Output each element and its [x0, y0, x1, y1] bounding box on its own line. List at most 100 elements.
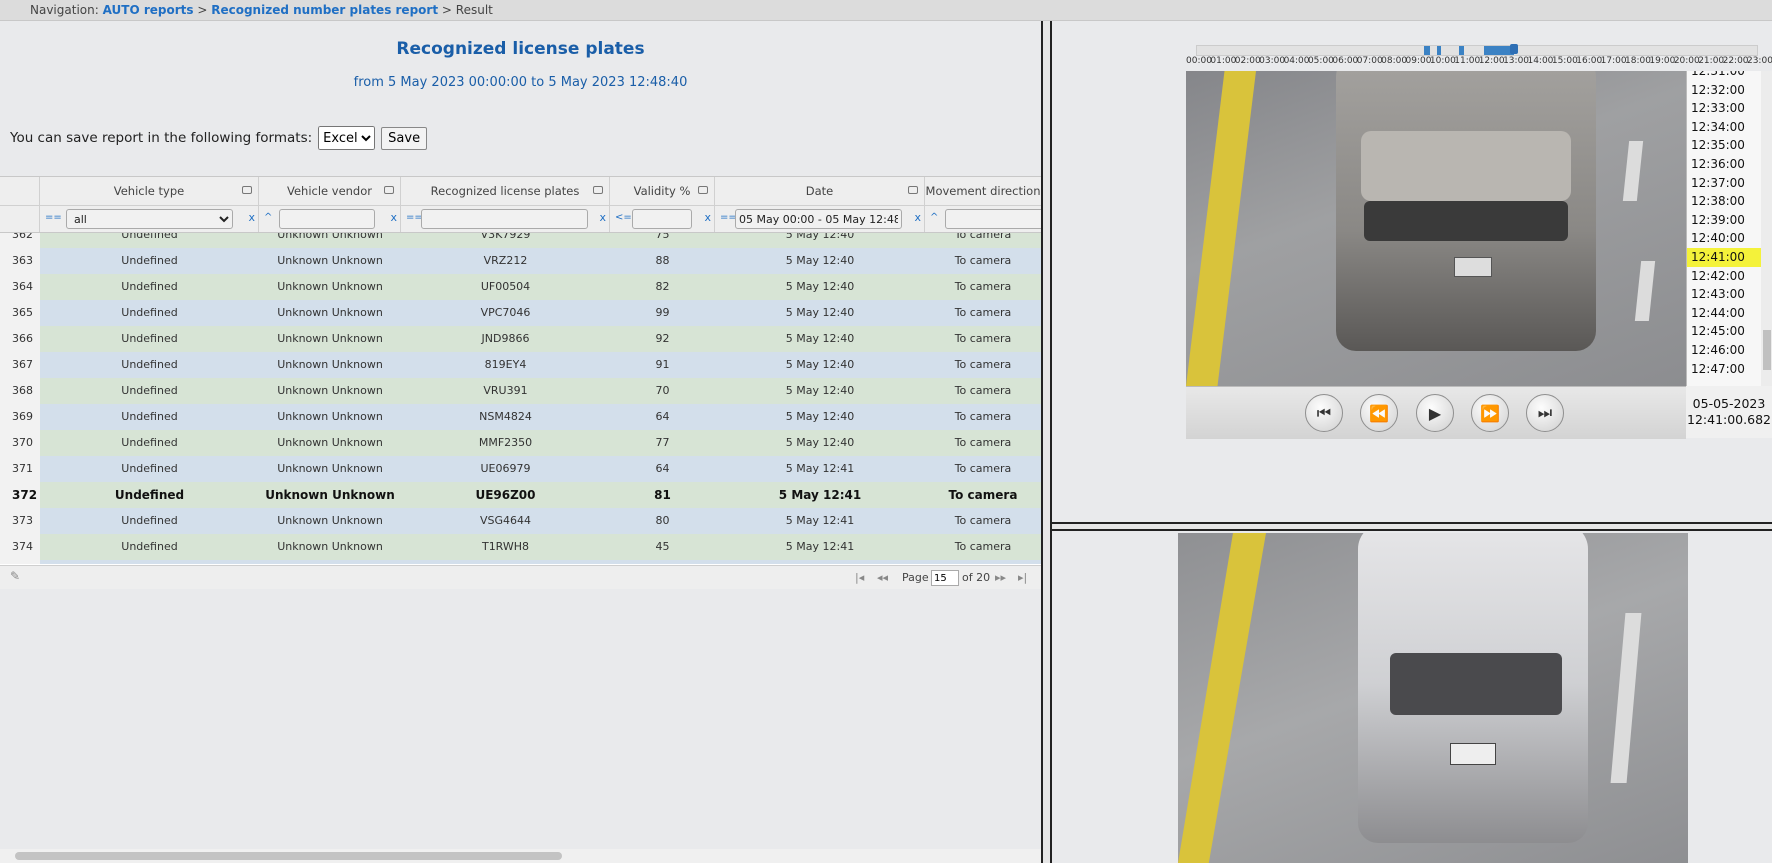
time-list-item[interactable]: 12:44:00	[1687, 304, 1772, 323]
time-list-item[interactable]: 12:32:00	[1687, 81, 1772, 100]
first-page-icon[interactable]: |◂	[855, 571, 864, 584]
time-list-item[interactable]: 12:39:00	[1687, 211, 1772, 230]
table-row[interactable]: 368 Undefined Unknown Unknown VRU391 70 5 May…	[0, 378, 1041, 404]
last-page-icon[interactable]: ▸|	[1018, 571, 1027, 584]
movement-direction-filter-input[interactable]	[945, 209, 1041, 229]
table-row[interactable]: 374 Undefined Unknown Unknown T1RWH8 45 5 May…	[0, 534, 1041, 560]
filter-operator[interactable]: ^	[930, 212, 938, 223]
row-number: 370	[0, 430, 40, 456]
table-row[interactable]: 369 Undefined Unknown Unknown NSM4824 64 5 Ma…	[0, 404, 1041, 430]
header-vehicle-type[interactable]: Vehicle type	[40, 177, 259, 205]
column-menu-icon[interactable]	[242, 186, 252, 194]
time-list-item[interactable]: 12:38:00	[1687, 192, 1772, 211]
validity-filter-input[interactable]	[632, 209, 692, 229]
header-vehicle-vendor[interactable]: Vehicle vendor	[259, 177, 401, 205]
filter-operator[interactable]: ==	[45, 212, 62, 223]
cell-vehicle-vendor: Unknown Unknown	[259, 233, 401, 248]
cell-vehicle-type: Undefined	[40, 378, 259, 404]
cell-vehicle-type: Undefined	[40, 560, 259, 564]
player-time: 12:41:00.682	[1687, 412, 1771, 427]
timeline-handle[interactable]	[1510, 44, 1518, 54]
fast-forward-button[interactable]: ⏩	[1471, 394, 1509, 432]
grid-body[interactable]: 362 Undefined Unknown Unknown V3K7929 75 5 Ma…	[0, 233, 1041, 564]
header-movement-direction[interactable]: Movement direction	[925, 177, 1041, 205]
time-list-item[interactable]: 12:36:00	[1687, 155, 1772, 174]
clear-filter-icon[interactable]: x	[599, 211, 606, 224]
skip-to-start-button[interactable]: ⏮	[1305, 394, 1343, 432]
prev-page-icon[interactable]: ◂◂	[877, 571, 888, 584]
column-menu-icon[interactable]	[384, 186, 394, 194]
vehicle-vendor-filter-input[interactable]	[279, 209, 375, 229]
time-list-item[interactable]: 12:33:00	[1687, 99, 1772, 118]
date-filter-input[interactable]	[735, 209, 902, 229]
clear-filter-icon[interactable]: x	[704, 211, 711, 224]
column-menu-icon[interactable]	[908, 186, 918, 194]
time-list-item[interactable]: 12:35:00	[1687, 136, 1772, 155]
column-menu-icon[interactable]	[698, 186, 708, 194]
breadcrumb-number-plates-report[interactable]: Recognized number plates report	[211, 3, 438, 17]
cell-date: 5 May 12:40	[715, 326, 925, 352]
page-input[interactable]	[931, 570, 959, 586]
cell-license-plate: 819EY4	[401, 352, 610, 378]
skip-to-end-button[interactable]: ⏭	[1526, 394, 1564, 432]
table-row[interactable]: 372 Undefined Unknown Unknown UE96Z00 81 5 Ma…	[0, 482, 1041, 508]
cell-movement-direction: To camera	[925, 300, 1041, 326]
time-list-item[interactable]: 12:46:00	[1687, 341, 1772, 360]
time-list-item[interactable]: 12:41:00	[1687, 247, 1772, 267]
timeline-bar[interactable]	[1196, 44, 1758, 56]
time-list-item[interactable]: 12:42:00	[1687, 267, 1772, 286]
vehicle-type-filter-select[interactable]: all	[66, 209, 233, 229]
breadcrumb-result: Result	[455, 3, 493, 17]
time-list-scrollbar[interactable]	[1761, 71, 1772, 386]
format-select[interactable]: Excel	[318, 126, 376, 150]
filter-operator[interactable]: ^	[264, 212, 272, 223]
edit-icon[interactable]: ✎	[10, 569, 20, 583]
cell-validity: 91	[610, 352, 715, 378]
time-list-item[interactable]: 12:37:00	[1687, 174, 1772, 193]
clear-filter-icon[interactable]: x	[248, 211, 255, 224]
table-row[interactable]: 366 Undefined Unknown Unknown JND9866 92 5 Ma…	[0, 326, 1041, 352]
horizontal-scrollbar[interactable]	[0, 849, 1041, 863]
header-validity[interactable]: Validity %	[610, 177, 715, 205]
save-button[interactable]: Save	[381, 126, 428, 150]
table-row[interactable]: 364 Undefined Unknown Unknown UF00504 82 5 Ma…	[0, 274, 1041, 300]
table-row[interactable]: 373 Undefined Unknown Unknown VSG4644 80 5 Ma…	[0, 508, 1041, 534]
clear-filter-icon[interactable]: x	[390, 211, 397, 224]
table-row[interactable]: 370 Undefined Unknown Unknown MMF2350 77 5 Ma…	[0, 430, 1041, 456]
play-button[interactable]: ▶	[1416, 394, 1454, 432]
cell-validity: 90	[610, 560, 715, 564]
cell-vehicle-type: Undefined	[40, 352, 259, 378]
report-grid: Vehicle type Vehicle vendor Recognized l…	[0, 176, 1041, 589]
next-page-icon[interactable]: ▸▸	[995, 571, 1006, 584]
timeline-hour-label: 07:00	[1356, 56, 1383, 66]
table-row[interactable]: 367 Undefined Unknown Unknown 819EY4 91 5 May…	[0, 352, 1041, 378]
header-date[interactable]: Date	[715, 177, 925, 205]
table-row[interactable]: 371 Undefined Unknown Unknown UE06979 64 5 Ma…	[0, 456, 1041, 482]
clear-filter-icon[interactable]: x	[914, 211, 921, 224]
timeline[interactable]: 00:00 01:00 02:00 03:00 04:00 05:00 06:00 07:00…	[1186, 41, 1772, 71]
table-row[interactable]: 375UndefinedUnknown UnknownVMM2457905 Ma…	[0, 560, 1041, 564]
time-list-item[interactable]: 12:40:00	[1687, 229, 1772, 248]
time-list-item[interactable]: 12:43:00	[1687, 285, 1772, 304]
license-plate-filter-input[interactable]	[421, 209, 588, 229]
cell-vehicle-vendor: Unknown Unknown	[259, 456, 401, 482]
vertical-splitter[interactable]	[1041, 21, 1052, 863]
time-list-item[interactable]: 12:34:00	[1687, 118, 1772, 137]
time-list-item[interactable]: 12:31:00	[1687, 71, 1772, 81]
table-row[interactable]: 363 Undefined Unknown Unknown VRZ212 88 5 May…	[0, 248, 1041, 274]
fast-forward-icon: ⏩	[1480, 403, 1500, 423]
rewind-button[interactable]: ⏪	[1360, 394, 1398, 432]
time-list-item[interactable]: 12:47:00	[1687, 360, 1772, 379]
time-list-item[interactable]: 12:45:00	[1687, 322, 1772, 341]
header-license-plates[interactable]: Recognized license plates	[401, 177, 610, 205]
time-list[interactable]: 12:31:00 12:32:00 12:33:00 12:34:00 12:35:00…	[1686, 71, 1772, 386]
breadcrumb-auto-reports[interactable]: AUTO reports	[103, 3, 194, 17]
scrollbar-thumb[interactable]	[15, 852, 562, 860]
filter-operator[interactable]: <=	[615, 212, 632, 223]
breadcrumb-prefix: Navigation:	[30, 3, 99, 17]
horizontal-splitter[interactable]	[1052, 522, 1772, 531]
camera-frame-top	[1186, 71, 1686, 386]
table-row[interactable]: 365 Undefined Unknown Unknown VPC7046 99 5 Ma…	[0, 300, 1041, 326]
table-row[interactable]: 362 Undefined Unknown Unknown V3K7929 75 5 Ma…	[0, 233, 1041, 248]
column-menu-icon[interactable]	[593, 186, 603, 194]
